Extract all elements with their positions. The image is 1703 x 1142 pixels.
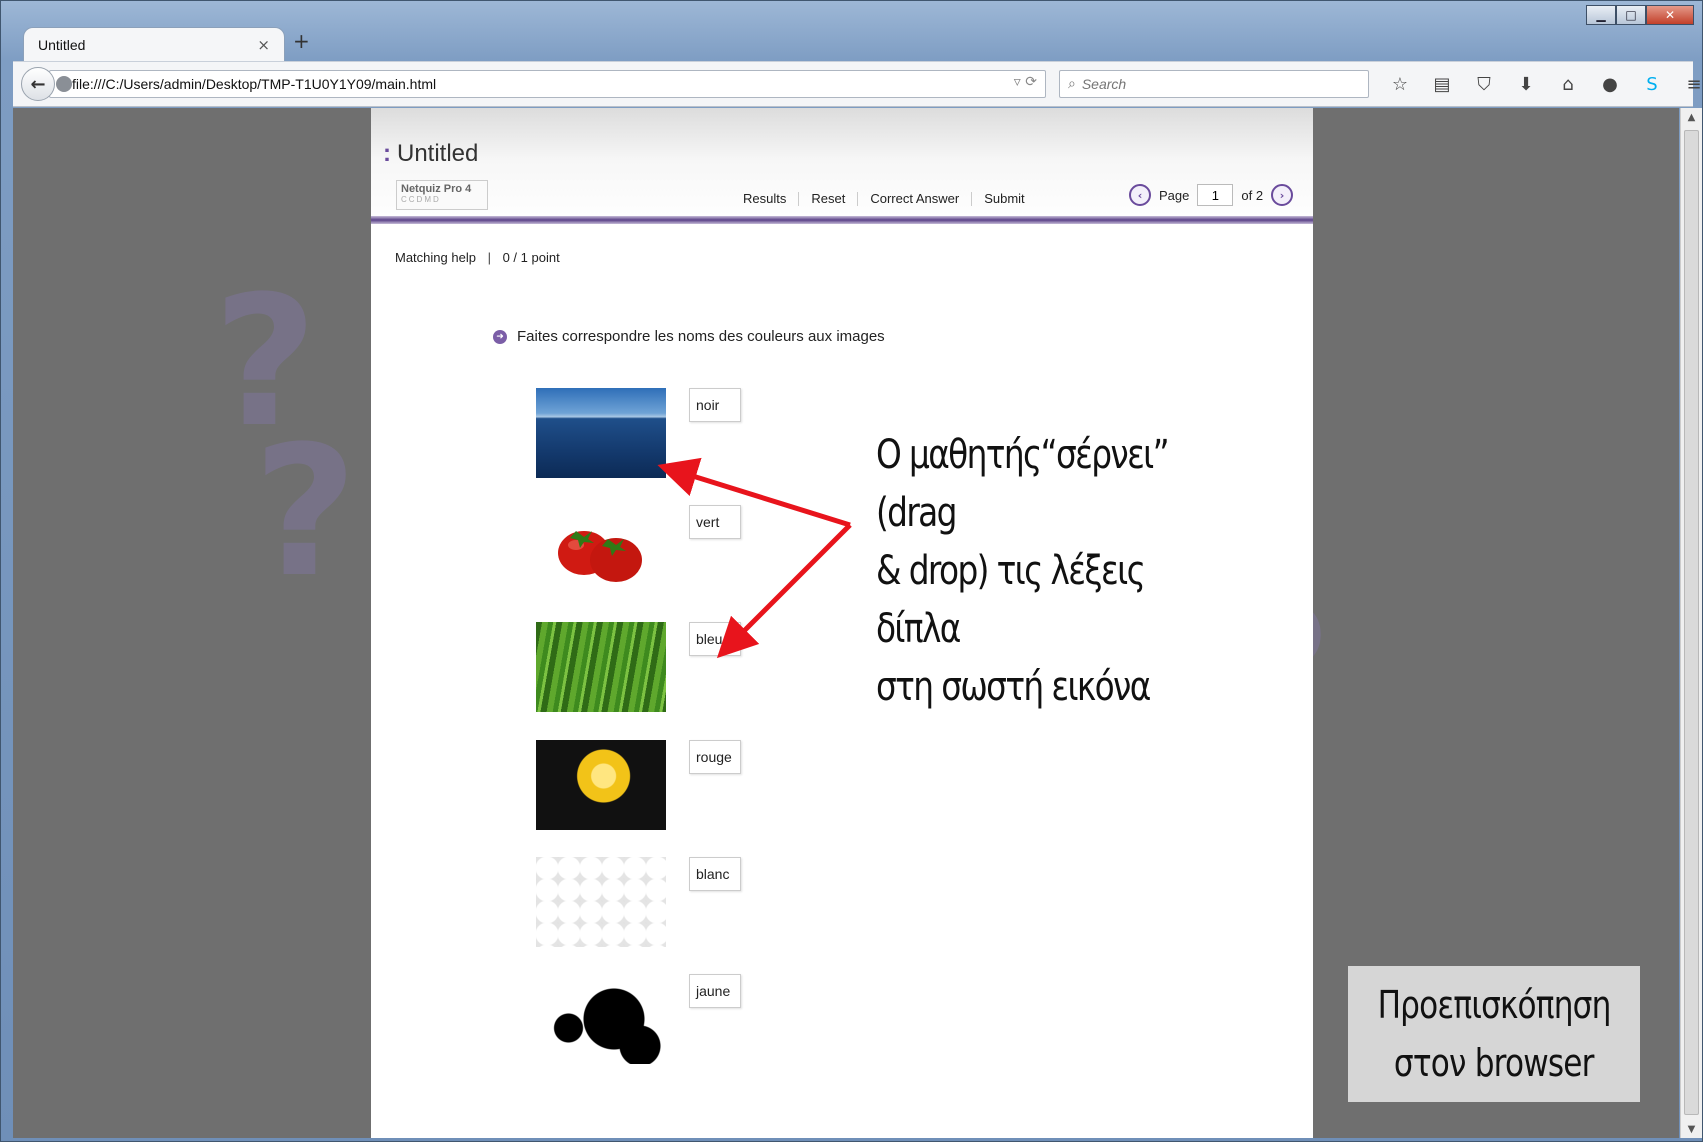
page-total: of 2 bbox=[1241, 187, 1264, 203]
question-mark-decoration: ? bbox=[253, 408, 358, 617]
status-divider: | bbox=[487, 250, 491, 265]
next-page-icon[interactable]: › bbox=[1271, 184, 1294, 206]
reading-list-icon[interactable]: ▤ bbox=[1425, 70, 1459, 98]
tab-bar: Untitled × + bbox=[13, 23, 1693, 61]
annotation-line: στη σωστή εικόνα bbox=[876, 664, 1151, 710]
url-bar[interactable]: file:///C:/Users/admin/Desktop/TMP-T1U0Y… bbox=[49, 70, 1046, 98]
reset-link[interactable]: Reset bbox=[799, 191, 857, 206]
previous-page-icon[interactable]: ‹ bbox=[1129, 184, 1151, 206]
draggable-word[interactable]: jaune bbox=[689, 974, 741, 1008]
globe-icon bbox=[56, 76, 72, 92]
match-row: rouge bbox=[536, 740, 836, 840]
search-input[interactable] bbox=[1081, 76, 1352, 92]
score-text: 0 / 1 point bbox=[502, 250, 560, 265]
star-icon[interactable]: ☆ bbox=[1383, 70, 1417, 98]
logo-name: Netquiz Pro 4 bbox=[401, 183, 472, 195]
results-link[interactable]: Results bbox=[731, 191, 798, 206]
menu-icon[interactable]: ≡ bbox=[1677, 70, 1703, 98]
scroll-down-icon[interactable]: ▼ bbox=[1681, 1120, 1702, 1138]
yellow-rose-image bbox=[536, 740, 666, 830]
tab-title: Untitled bbox=[38, 36, 86, 53]
search-icon: ⌕ bbox=[1068, 76, 1076, 92]
logo-sub: CCDMD bbox=[401, 195, 441, 204]
preview-label-line: στον browser bbox=[1394, 1041, 1595, 1085]
annotation-text: Ο μαθητής“σέρνει” (drag & drop) τις λέξε… bbox=[876, 426, 1204, 716]
reload-icon[interactable]: ▿ ⟳ bbox=[1014, 74, 1037, 90]
minimize-button[interactable]: ▁ bbox=[1586, 5, 1616, 25]
grass-image bbox=[536, 622, 666, 712]
scroll-thumb[interactable] bbox=[1684, 130, 1699, 1115]
ink-splatter-image bbox=[536, 974, 666, 1064]
match-row: bleu bbox=[536, 622, 836, 722]
vertical-scrollbar[interactable]: ▲ ▼ bbox=[1680, 108, 1702, 1138]
draggable-word[interactable]: vert bbox=[689, 505, 741, 539]
page-number-input[interactable] bbox=[1197, 184, 1234, 206]
status-line: Matching help | 0 / 1 point bbox=[395, 250, 560, 265]
match-row: noir bbox=[536, 388, 836, 488]
home-icon[interactable]: ⌂ bbox=[1551, 70, 1585, 98]
match-row: jaune bbox=[536, 974, 836, 1074]
annotation-line: & drop) τις λέξεις δίπλα bbox=[876, 548, 1146, 652]
question-text: Faites correspondre les noms des couleur… bbox=[517, 328, 885, 345]
tomatoes-image bbox=[536, 505, 666, 595]
match-row: vert bbox=[536, 505, 836, 605]
preview-label: Προεπισκόπηση στον browser bbox=[1348, 966, 1640, 1102]
pager: ‹ Page of 2 › bbox=[1129, 184, 1294, 206]
correct-answer-link[interactable]: Correct Answer bbox=[858, 191, 971, 206]
chat-icon[interactable]: ● bbox=[1593, 70, 1627, 98]
window-controls: ▁ □ ✕ bbox=[1586, 5, 1694, 25]
submit-link[interactable]: Submit bbox=[972, 191, 1036, 206]
tab-close-icon[interactable]: × bbox=[257, 36, 270, 54]
toolbar-icons: ☆ ▤ ⛉ ⬇ ⌂ ● S ≡ bbox=[1383, 70, 1703, 98]
draggable-word[interactable]: blanc bbox=[689, 857, 741, 891]
back-button[interactable]: ← bbox=[21, 67, 55, 101]
preview-label-line: Προεπισκόπηση bbox=[1377, 983, 1612, 1027]
draggable-word[interactable]: noir bbox=[689, 388, 741, 422]
pocket-icon[interactable]: ⛉ bbox=[1467, 70, 1501, 98]
search-bar[interactable]: ⌕ bbox=[1059, 70, 1369, 98]
scroll-up-icon[interactable]: ▲ bbox=[1681, 108, 1702, 126]
maximize-button[interactable]: □ bbox=[1616, 5, 1646, 25]
quiz-header: Untitled Netquiz Pro 4 CCDMD Results Res… bbox=[371, 108, 1313, 226]
page-label: Page bbox=[1159, 187, 1190, 203]
netquiz-logo: Netquiz Pro 4 CCDMD bbox=[396, 180, 488, 210]
tomatoes-drawing bbox=[558, 531, 642, 582]
match-row: blanc bbox=[536, 857, 836, 957]
eggs-image bbox=[536, 857, 666, 947]
draggable-word[interactable]: rouge bbox=[689, 740, 741, 774]
sea-image bbox=[536, 388, 666, 478]
arrow-bullet-icon: ➜ bbox=[493, 329, 507, 344]
browser-tab[interactable]: Untitled × bbox=[23, 27, 285, 61]
annotation-line: Ο μαθητής“σέρνει” (drag bbox=[876, 432, 1170, 536]
draggable-word[interactable]: bleu bbox=[689, 622, 741, 656]
skype-icon[interactable]: S bbox=[1635, 70, 1669, 98]
header-divider bbox=[371, 216, 1313, 224]
url-text: file:///C:/Users/admin/Desktop/TMP-T1U0Y… bbox=[72, 76, 437, 92]
quiz-nav: Results Reset Correct Answer Submit bbox=[731, 191, 1037, 206]
question-type: Matching help bbox=[395, 250, 476, 265]
question-prompt: ➜ Faites correspondre les noms des coule… bbox=[493, 328, 885, 345]
download-icon[interactable]: ⬇ bbox=[1509, 70, 1543, 98]
close-window-button[interactable]: ✕ bbox=[1646, 5, 1694, 25]
quiz-title: Untitled bbox=[383, 140, 478, 168]
new-tab-button[interactable]: + bbox=[293, 29, 310, 53]
navigation-bar: file:///C:/Users/admin/Desktop/TMP-T1U0Y… bbox=[13, 61, 1702, 107]
